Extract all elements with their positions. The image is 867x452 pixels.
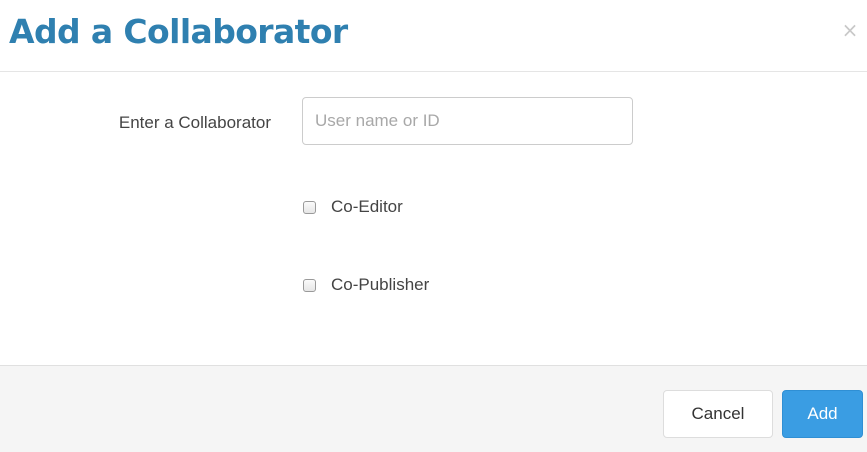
co-editor-checkbox[interactable]: [303, 200, 316, 214]
dialog-body: Enter a Collaborator Co-Editor Co-Publis…: [0, 72, 867, 365]
dialog-title: Add a Collaborator: [9, 12, 348, 51]
add-button[interactable]: Add: [782, 390, 863, 438]
cancel-button[interactable]: Cancel: [663, 390, 773, 438]
add-collaborator-dialog: Add a Collaborator × Enter a Collaborato…: [0, 0, 867, 452]
dialog-footer: Cancel Add: [0, 365, 867, 452]
collaborator-input[interactable]: [302, 97, 633, 145]
collaborator-label: Enter a Collaborator: [118, 113, 271, 132]
co-publisher-label[interactable]: Co-Publisher: [331, 274, 429, 296]
co-editor-option[interactable]: Co-Editor: [303, 196, 403, 218]
close-icon[interactable]: ×: [841, 19, 859, 41]
dialog-header: Add a Collaborator ×: [0, 0, 867, 72]
co-editor-label[interactable]: Co-Editor: [331, 196, 403, 218]
co-publisher-option[interactable]: Co-Publisher: [303, 274, 429, 296]
co-publisher-checkbox[interactable]: [303, 278, 316, 292]
